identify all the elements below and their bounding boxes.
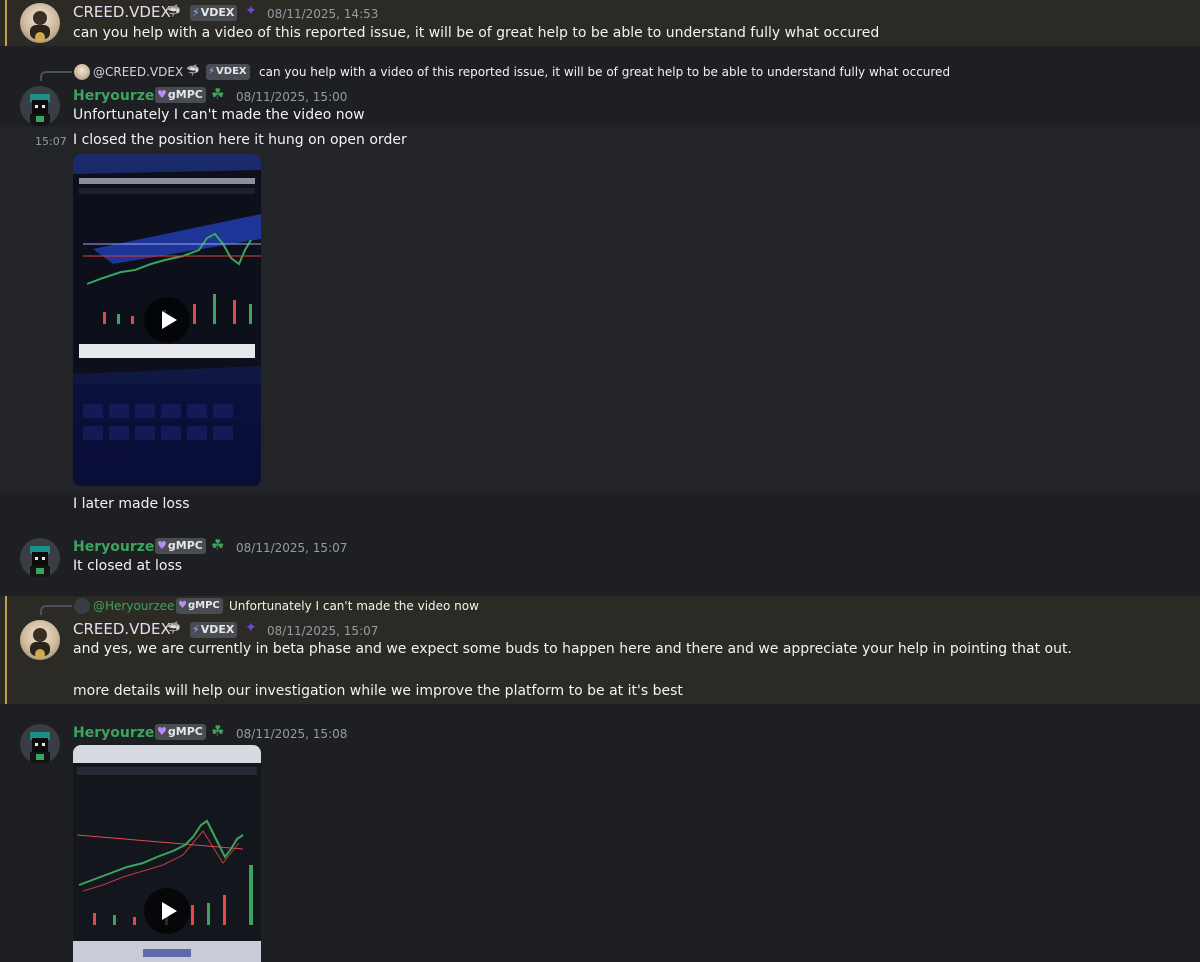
timestamp[interactable]: 08/11/2025, 15:00 xyxy=(236,89,347,105)
reply-tag: ♥gMPC xyxy=(176,598,223,614)
message-text: can you help with a video of this report… xyxy=(73,25,880,41)
server-tag[interactable]: ♥gMPC xyxy=(155,538,206,554)
message-text: Unfortunately I can't made the video now xyxy=(73,107,365,123)
reply-avatar xyxy=(74,598,90,614)
plant-icon: ☘ xyxy=(211,722,225,740)
video-attachment[interactable] xyxy=(73,154,261,486)
shark-icon: 🦈 xyxy=(166,4,181,18)
reply-preview[interactable]: can you help with a video of this report… xyxy=(259,64,950,80)
message-hovered: 15:07 I closed the position here it hung… xyxy=(0,127,1200,512)
gem-icon: ✦ xyxy=(245,620,257,636)
message-text: I closed the position here it hung on op… xyxy=(73,132,407,148)
plant-icon: ☘ xyxy=(211,85,225,103)
server-tag[interactable]: ♥gMPC xyxy=(155,724,206,740)
play-icon[interactable] xyxy=(144,888,190,934)
gem-icon: ✦ xyxy=(245,3,257,19)
message-creed-2: @Heryourzee ♥gMPC Unfortunately I can't … xyxy=(0,596,1200,704)
timestamp[interactable]: 08/11/2025, 15:07 xyxy=(236,540,347,556)
username[interactable]: Heryourzee xyxy=(73,724,164,742)
server-tag[interactable]: ♥gMPC xyxy=(155,87,206,103)
avatar[interactable] xyxy=(20,620,60,660)
shark-icon: 🦈 xyxy=(186,64,200,77)
message-text: I later made loss xyxy=(73,496,190,512)
timestamp[interactable]: 08/11/2025, 15:07 xyxy=(267,623,378,639)
video-attachment[interactable] xyxy=(73,745,261,962)
timestamp[interactable]: 08/11/2025, 14:53 xyxy=(267,6,378,22)
reply-avatar xyxy=(74,64,90,80)
avatar[interactable] xyxy=(20,3,60,43)
server-tag[interactable]: ⚡VDEX xyxy=(190,622,238,638)
shark-icon: 🦈 xyxy=(166,621,181,635)
reply-preview[interactable]: Unfortunately I can't made the video now xyxy=(229,598,479,614)
reply-connector xyxy=(40,605,72,615)
username[interactable]: Heryourzee xyxy=(73,87,164,105)
username[interactable]: CREED.VDEX xyxy=(73,620,171,638)
plant-icon: ☘ xyxy=(211,536,225,554)
reply-tag: ⚡VDEX xyxy=(206,64,250,80)
message-text: It closed at loss xyxy=(73,558,183,574)
reply-username[interactable]: @CREED.VDEX xyxy=(93,64,183,80)
username[interactable]: Heryourzee xyxy=(73,538,164,556)
avatar[interactable] xyxy=(20,86,60,126)
timestamp[interactable]: 08/11/2025, 15:08 xyxy=(236,726,347,742)
play-icon[interactable] xyxy=(144,297,190,343)
message-creed-1: CREED.VDEX 🦈 ⚡VDEX ✦ 08/11/2025, 14:53 c… xyxy=(0,0,1200,46)
avatar[interactable] xyxy=(20,724,60,764)
avatar[interactable] xyxy=(20,538,60,578)
username[interactable]: CREED.VDEX xyxy=(73,3,171,21)
message-text: more details will help our investigation… xyxy=(73,683,683,699)
server-tag[interactable]: ⚡VDEX xyxy=(190,5,238,21)
message-text: and yes, we are currently in beta phase … xyxy=(73,641,1072,657)
hover-timestamp[interactable]: 15:07 xyxy=(35,134,67,150)
reply-connector xyxy=(40,71,72,81)
reply-username[interactable]: @Heryourzee xyxy=(93,598,174,614)
